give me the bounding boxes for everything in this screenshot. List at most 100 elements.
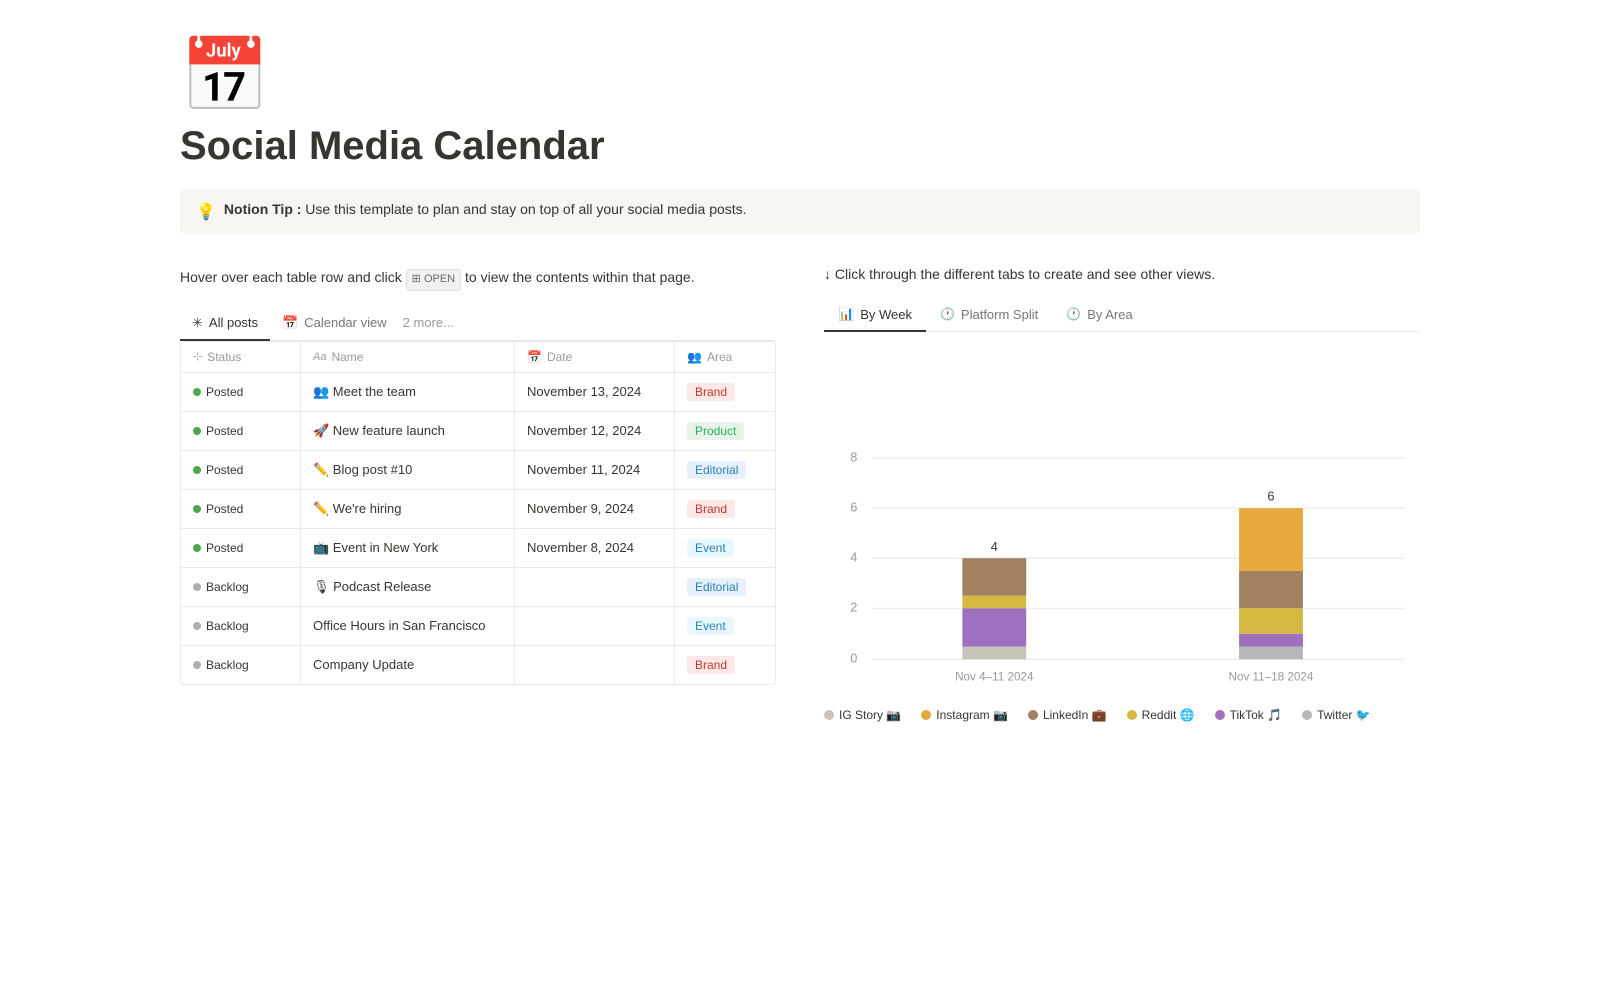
left-panel: Hover over each table row and click ⊞ OP… — [180, 266, 776, 685]
area-tag: Editorial — [687, 578, 746, 596]
table-row[interactable]: Posted 🚀 New feature launch November 12,… — [181, 412, 775, 451]
posts-table: ⊹ Status Aa Name 📅 Date 👥 Area — [180, 341, 776, 685]
ig-story-label: IG Story 📷 — [839, 708, 901, 722]
date-cell: November 9, 2024 — [515, 490, 675, 528]
date-cell: November 11, 2024 — [515, 451, 675, 489]
legend-twitter: Twitter 🐦 — [1302, 708, 1371, 722]
legend-ig-story: IG Story 📷 — [824, 708, 901, 722]
tab-all-posts[interactable]: ✳ All posts — [180, 307, 270, 341]
tab-by-area-label: By Area — [1087, 307, 1133, 322]
legend-reddit: Reddit 🌐 — [1127, 708, 1195, 722]
col-status: ⊹ Status — [181, 342, 301, 372]
area-tag: Brand — [687, 383, 735, 401]
tab-by-area[interactable]: 🕐 By Area — [1052, 299, 1146, 332]
asterisk-icon: ✳ — [192, 315, 203, 331]
area-cell: Editorial — [675, 451, 775, 489]
bar-chart-icon: 📊 — [838, 306, 854, 322]
svg-text:6: 6 — [850, 499, 857, 514]
area-tag: Product — [687, 422, 744, 440]
tab-calendar-view[interactable]: 📅 Calendar view — [270, 307, 399, 341]
name-cell: 🎙 Podcast Release — [301, 568, 515, 606]
main-layout: Hover over each table row and click ⊞ OP… — [180, 266, 1420, 730]
tab-platform-split[interactable]: 🕐 Platform Split — [926, 299, 1052, 332]
col-name: Aa Name — [301, 342, 515, 372]
status-cell: Posted — [181, 373, 301, 411]
chart-legend: IG Story 📷 Instagram 📷 LinkedIn 💼 Reddit… — [824, 708, 1420, 722]
tab-more-label: 2 more... — [403, 315, 454, 330]
name-cell: ✏️ Blog post #10 — [301, 451, 515, 489]
area-tag: Brand — [687, 656, 735, 674]
tip-box: 💡 Notion Tip : Use this template to plan… — [180, 189, 1420, 234]
area-cell: Editorial — [675, 568, 775, 606]
date-cell — [515, 607, 675, 645]
tab-by-week[interactable]: 📊 By Week — [824, 298, 926, 332]
area-tag: Brand — [687, 500, 735, 518]
tip-text: Notion Tip : Use this template to plan a… — [224, 201, 747, 217]
tiktok-label: TikTok 🎵 — [1230, 708, 1283, 722]
status-dot — [193, 622, 201, 630]
date-cell — [515, 646, 675, 684]
status-cell: Backlog — [181, 607, 301, 645]
status-cell: Posted — [181, 490, 301, 528]
area-tag: Event — [687, 617, 734, 635]
area-tag: Event — [687, 539, 734, 557]
area-cell: Brand — [675, 490, 775, 528]
svg-text:6: 6 — [1267, 489, 1274, 504]
area-col-icon: 👥 — [687, 350, 702, 364]
chart-svg: 0 2 4 6 8 — [824, 356, 1420, 700]
table-row[interactable]: Posted 📺 Event in New York November 8, 2… — [181, 529, 775, 568]
status-cell: Backlog — [181, 568, 301, 606]
open-badge: ⊞ OPEN — [406, 269, 461, 291]
table-row[interactable]: Posted 👥 Meet the team November 13, 2024… — [181, 373, 775, 412]
name-col-icon: Aa — [313, 351, 326, 363]
svg-text:Nov 11–18 2024: Nov 11–18 2024 — [1229, 671, 1314, 684]
tab-calendar-label: Calendar view — [304, 315, 386, 330]
legend-linkedin: LinkedIn 💼 — [1028, 708, 1107, 722]
date-cell: November 12, 2024 — [515, 412, 675, 450]
status-dot — [193, 505, 201, 513]
status-cell: Backlog — [181, 646, 301, 684]
instruction-text: Hover over each table row and click ⊞ OP… — [180, 266, 776, 291]
table-header: ⊹ Status Aa Name 📅 Date 👥 Area — [181, 342, 775, 373]
tab-more[interactable]: 2 more... — [399, 307, 458, 340]
ig-story-dot — [824, 710, 834, 720]
status-cell: Posted — [181, 529, 301, 567]
name-cell: 📺 Event in New York — [301, 529, 515, 567]
name-cell: 👥 Meet the team — [301, 373, 515, 411]
date-col-icon: 📅 — [527, 350, 542, 364]
table-row[interactable]: Posted ✏️ We're hiring November 9, 2024 … — [181, 490, 775, 529]
table-row[interactable]: Backlog Office Hours in San Francisco Ev… — [181, 607, 775, 646]
linkedin-label: LinkedIn 💼 — [1043, 708, 1107, 722]
area-cell: Brand — [675, 373, 775, 411]
name-cell: ✏️ We're hiring — [301, 490, 515, 528]
area-cell: Product — [675, 412, 775, 450]
chart-tabs-bar: 📊 By Week 🕐 Platform Split 🕐 By Area — [824, 298, 1420, 332]
date-cell: November 13, 2024 — [515, 373, 675, 411]
table-row[interactable]: Backlog 🎙 Podcast Release Editorial — [181, 568, 775, 607]
name-cell: Office Hours in San Francisco — [301, 607, 515, 645]
clock-icon-1: 🕐 — [940, 307, 955, 321]
table-row[interactable]: Posted ✏️ Blog post #10 November 11, 202… — [181, 451, 775, 490]
name-cell: 🚀 New feature launch — [301, 412, 515, 450]
instagram-dot — [921, 710, 931, 720]
status-dot — [193, 583, 201, 591]
instagram-label: Instagram 📷 — [936, 708, 1008, 722]
status-cell: Posted — [181, 412, 301, 450]
col-area: 👥 Area — [675, 342, 775, 372]
date-cell — [515, 568, 675, 606]
twitter-dot — [1302, 710, 1312, 720]
status-dot — [193, 466, 201, 474]
status-dot — [193, 427, 201, 435]
col-date: 📅 Date — [515, 342, 675, 372]
status-dot — [193, 388, 201, 396]
table-row[interactable]: Backlog Company Update Brand — [181, 646, 775, 684]
status-dot — [193, 544, 201, 552]
page-icon: 📅 — [180, 40, 1420, 112]
svg-text:4: 4 — [850, 549, 857, 564]
area-tag: Editorial — [687, 461, 746, 479]
linkedin-dot — [1028, 710, 1038, 720]
name-cell: Company Update — [301, 646, 515, 684]
right-instruction: ↓ Click through the different tabs to cr… — [824, 266, 1420, 282]
svg-text:0: 0 — [850, 651, 857, 666]
tab-by-week-label: By Week — [860, 307, 912, 322]
